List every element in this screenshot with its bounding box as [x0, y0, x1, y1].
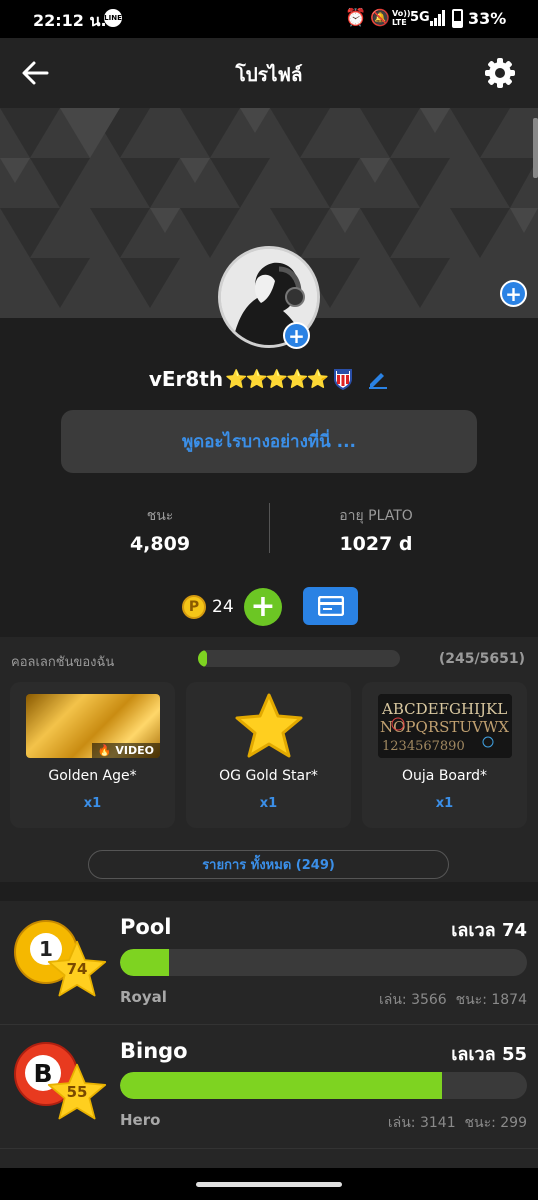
battery-percent: 33% [468, 9, 507, 28]
collection-all-label: รายการ ทั้งหมด (249) [202, 858, 335, 873]
pool-level: เลเวล 74 [451, 920, 527, 941]
bingo-level: เลเวล 55 [451, 1044, 527, 1065]
gold-star-icon [235, 693, 303, 758]
line-icon: LINE [104, 9, 122, 27]
bingo-won: ชนะ: 299 [464, 1115, 527, 1131]
golden-age-thumbnail: 🔥 VIDEO [26, 694, 160, 758]
status-time: 22:12 น. [33, 11, 107, 30]
wallet-icon [317, 596, 344, 616]
system-nav-bar [0, 1168, 538, 1200]
svg-text:ABCDEFGHIJKL: ABCDEFGHIJKL [381, 700, 507, 718]
pool-progress-bar [120, 949, 527, 976]
edit-pencil-icon[interactable] [367, 368, 389, 390]
bingo-progress-fill [120, 1072, 442, 1099]
pool-played: เล่น: 3566 [378, 992, 447, 1008]
status-bar: 22:12 น. LINE ⏰ 🔕 Vo)) LTE 5G 33% [0, 0, 538, 38]
volte-icon: Vo)) LTE [392, 9, 411, 27]
collection-item-qty: x1 [435, 796, 454, 811]
banner-scrollbar [533, 118, 538, 178]
game-row-pool[interactable]: 1 74 Pool เลเวล 74 Royal เล่น: 3566 ชนะ:… [0, 901, 538, 1024]
svg-text:NOPQRSTUVWX: NOPQRSTUVWX [380, 718, 509, 736]
add-avatar-icon[interactable]: + [283, 322, 310, 349]
pool-name: Pool [120, 915, 172, 939]
gear-icon[interactable] [483, 56, 517, 90]
collection-item-qty: x1 [259, 796, 278, 811]
stats-divider [269, 503, 270, 553]
ouja-board-thumbnail: ABCDEFGHIJKL NOPQRSTUVWX 1234567890 [378, 694, 512, 758]
video-badge: 🔥 VIDEO [91, 743, 160, 758]
page-title: โปรไฟล์ [235, 64, 303, 86]
rating-stars: ⭐⭐⭐⭐⭐ [225, 368, 329, 390]
wallet-button[interactable] [303, 587, 358, 625]
battery-icon [452, 9, 463, 28]
collection-all-button[interactable]: รายการ ทั้งหมด (249) [88, 850, 449, 879]
pool-badge-level: 74 [66, 960, 88, 978]
collection-item-name: Golden Age* [48, 768, 137, 784]
alarm-icon: ⏰ [345, 8, 367, 28]
collection-item[interactable]: ABCDEFGHIJKL NOPQRSTUVWX 1234567890 Ouja… [362, 682, 527, 828]
bingo-rank: Hero [120, 1111, 161, 1129]
collection-progress-bar [198, 650, 400, 667]
collection-item[interactable]: 🔥 VIDEO Golden Age* x1 [10, 682, 175, 828]
collection-item-name: Ouja Board* [402, 768, 487, 784]
bingo-badge-level: 55 [66, 1083, 88, 1101]
add-coins-button[interactable]: + [244, 588, 282, 626]
home-gesture-handle[interactable] [196, 1182, 342, 1187]
bingo-stats: เล่น: 3141 ชนะ: 299 [388, 1112, 527, 1134]
collection-item[interactable]: OG Gold Star* x1 [186, 682, 351, 828]
collection-item-qty: x1 [83, 796, 102, 811]
pool-stats: เล่น: 3566 ชนะ: 1874 [379, 989, 527, 1011]
bingo-played: เล่น: 3141 [387, 1115, 456, 1131]
coin-count: 24 [212, 597, 234, 617]
bingo-progress-bar [120, 1072, 527, 1099]
shield-badge-icon [333, 368, 353, 391]
wins-value: 4,809 [129, 533, 191, 555]
wins-label: ชนะ [146, 508, 174, 524]
status-placeholder: พูดอะไรบางอย่างที่นี่ ... [181, 432, 357, 452]
username-row: vEr8th ⭐⭐⭐⭐⭐ [0, 364, 538, 394]
ouja-board-image: ABCDEFGHIJKL NOPQRSTUVWX 1234567890 [378, 694, 512, 758]
add-banner-icon[interactable]: + [500, 280, 527, 307]
collection-title: คอลเลกชันของฉัน [11, 655, 115, 670]
video-badge-label: VIDEO [115, 744, 154, 757]
wins-stat: ชนะ 4,809 [60, 505, 260, 555]
plato-age-value: 1027 d [339, 533, 413, 555]
pool-won: ชนะ: 1874 [455, 992, 527, 1008]
plato-age-label: อายุ PLATO [339, 508, 413, 524]
mute-icon: 🔕 [370, 8, 390, 27]
pool-rank: Royal [120, 988, 167, 1006]
bingo-name: Bingo [120, 1039, 188, 1063]
plato-age-stat: อายุ PLATO 1027 d [276, 505, 476, 555]
network-label: 5G [410, 10, 430, 25]
collection-progress-text: (245/5651) [438, 651, 525, 667]
svg-text:1234567890: 1234567890 [382, 739, 465, 754]
status-message-field[interactable]: พูดอะไรบางอย่างที่นี่ ... [61, 410, 477, 473]
flame-icon: 🔥 [97, 744, 112, 757]
app-bar: โปรไฟล์ [0, 38, 538, 108]
signal-icon [430, 10, 446, 26]
game-row-bingo[interactable]: B 55 Bingo เลเวล 55 Hero เล่น: 3141 ชนะ:… [0, 1025, 538, 1148]
collection-item-name: OG Gold Star* [219, 768, 318, 784]
coin-icon: P [182, 595, 206, 619]
pool-progress-fill [120, 949, 169, 976]
username: vEr8th [148, 367, 224, 391]
